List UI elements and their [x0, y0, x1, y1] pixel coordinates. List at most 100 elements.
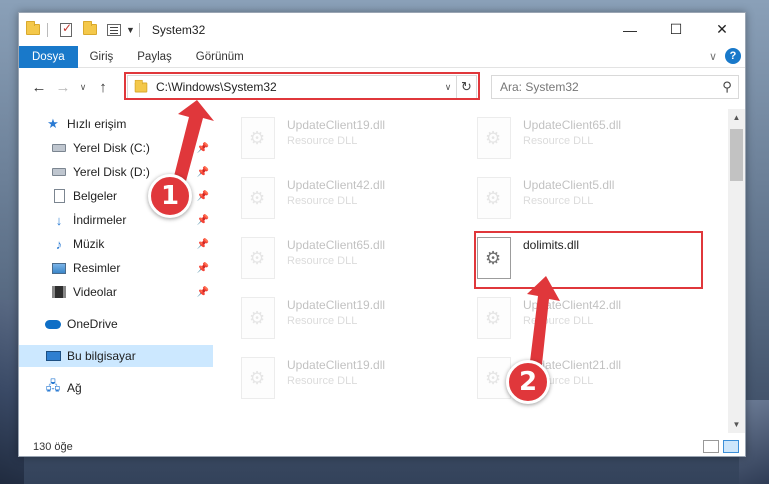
- file-type: Resource DLL: [287, 315, 358, 327]
- pin-icon: 📌: [196, 166, 209, 178]
- address-bar-highlight: [124, 72, 480, 100]
- sidebar-item-quick-access[interactable]: ★ Hızlı erişim: [19, 113, 213, 135]
- scroll-up-icon[interactable]: ▲: [728, 109, 745, 126]
- recent-locations-chevron-icon[interactable]: ∨: [75, 82, 91, 93]
- dll-file-icon: [241, 117, 275, 159]
- help-icon[interactable]: ?: [725, 48, 741, 64]
- title-bar: ▼ System32 — ☐ ✕: [19, 13, 745, 46]
- window-controls: — ☐ ✕: [607, 13, 745, 46]
- dll-file-icon: [241, 357, 275, 399]
- pin-icon: 📌: [196, 286, 209, 298]
- dll-file-icon: [241, 237, 275, 279]
- file-item[interactable]: UpdateClient42.dll Resource DLL: [461, 293, 681, 349]
- file-item[interactable]: UpdateClient19.dll Resource DLL: [225, 353, 445, 409]
- file-item[interactable]: UpdateClient5.dll Resource DLL: [461, 173, 681, 229]
- sidebar-item-label: Hızlı erişim: [67, 117, 127, 131]
- search-icon[interactable]: ⚲: [716, 79, 738, 95]
- pin-icon: 📌: [196, 238, 209, 250]
- vertical-scrollbar[interactable]: ▲ ▼: [728, 109, 745, 433]
- quick-access-customize-icon[interactable]: [104, 20, 124, 40]
- videos-icon: [51, 284, 67, 300]
- pin-icon: 📌: [196, 190, 209, 202]
- music-icon: ♪: [55, 236, 63, 252]
- download-icon: ↓: [55, 212, 63, 228]
- navigation-pane: ★ Hızlı erişim Yerel Disk (C:) 📌 Yerel D…: [19, 109, 213, 429]
- file-type: Resource DLL: [523, 195, 594, 207]
- step-2-badge: 2: [506, 360, 550, 404]
- sidebar-item-label: Yerel Disk (D:): [73, 165, 150, 179]
- file-name: UpdateClient65.dll: [523, 118, 622, 132]
- file-item[interactable]: UpdateClient42.dll Resource DLL: [225, 173, 445, 229]
- search-box[interactable]: Ara: System32 ⚲: [491, 75, 739, 99]
- sidebar-item-label: Bu bilgisayar: [67, 349, 136, 363]
- file-item[interactable]: UpdateClient65.dll Resource DLL: [461, 113, 681, 169]
- file-type: Resource DLL: [523, 135, 594, 147]
- file-type: Resource DLL: [287, 195, 358, 207]
- sidebar-item-label: OneDrive: [67, 317, 118, 331]
- details-view-icon[interactable]: [703, 440, 719, 453]
- file-item[interactable]: UpdateClient19.dll Resource DLL: [225, 293, 445, 349]
- file-item[interactable]: UpdateClient21.dllResource DLL: [461, 353, 681, 409]
- item-count: 130 öğe: [33, 440, 73, 453]
- sidebar-item-label: Yerel Disk (C:): [73, 141, 150, 155]
- file-name: UpdateClient65.dll: [287, 238, 386, 252]
- file-highlight: [474, 231, 703, 289]
- file-name: UpdateClient5.dll: [523, 178, 615, 192]
- new-folder-icon[interactable]: [80, 20, 100, 40]
- pin-icon: 📌: [196, 214, 209, 226]
- sidebar-item-label: İndirmeler: [73, 213, 127, 227]
- maximize-button[interactable]: ☐: [653, 13, 699, 46]
- sidebar-item-music[interactable]: ♪ Müzik 📌: [19, 233, 213, 255]
- up-arrow-icon[interactable]: ↑: [91, 75, 115, 99]
- sidebar-item-label: Ağ: [67, 381, 82, 395]
- file-type: Resource DLL: [287, 375, 358, 387]
- tab-home[interactable]: Giriş: [78, 46, 126, 68]
- large-icons-view-icon[interactable]: [723, 440, 739, 453]
- status-bar: 130 öğe: [19, 436, 745, 457]
- scroll-down-icon[interactable]: ▼: [728, 416, 745, 433]
- back-arrow-icon[interactable]: ←: [27, 75, 51, 99]
- sidebar-item-label: Belgeler: [73, 189, 118, 203]
- folder-icon: [23, 20, 43, 40]
- sidebar-item-pictures[interactable]: Resimler 📌: [19, 257, 213, 279]
- scroll-thumb[interactable]: [730, 129, 743, 181]
- step-1-badge: 1: [148, 174, 192, 218]
- quick-access-dropdown-icon[interactable]: ▼: [126, 25, 135, 35]
- sidebar-item-network[interactable]: 🖧 Ağ: [19, 377, 213, 399]
- pin-icon: 📌: [196, 262, 209, 274]
- tab-view[interactable]: Görünüm: [184, 46, 256, 68]
- sidebar-item-this-pc[interactable]: Bu bilgisayar: [19, 345, 213, 367]
- sidebar-item-videos[interactable]: Videolar 📌: [19, 281, 213, 303]
- sidebar-item-label: Videolar: [73, 285, 117, 299]
- drive-icon: [51, 140, 67, 156]
- file-item[interactable]: UpdateClient65.dll Resource DLL: [225, 233, 445, 289]
- file-name: UpdateClient19.dll: [287, 298, 386, 312]
- tab-file[interactable]: Dosya: [19, 45, 78, 68]
- search-input[interactable]: Ara: System32: [500, 80, 716, 94]
- file-type: Resource DLL: [287, 135, 358, 147]
- close-button[interactable]: ✕: [699, 13, 745, 46]
- file-type: Resource DLL: [523, 315, 594, 327]
- ribbon-tabs: Dosya Giriş Paylaş Görünüm ∨ ?: [19, 45, 745, 68]
- file-item[interactable]: UpdateClient19.dll Resource DLL: [225, 113, 445, 169]
- ribbon-expand-chevron-icon[interactable]: ∨: [709, 50, 717, 63]
- tab-share[interactable]: Paylaş: [125, 46, 184, 68]
- file-type: Resource DLL: [287, 255, 358, 267]
- network-icon: 🖧: [45, 378, 61, 393]
- dll-file-icon: [477, 177, 511, 219]
- file-name: UpdateClient42.dll: [287, 178, 386, 192]
- pictures-icon: [51, 260, 67, 276]
- dll-file-icon: [477, 297, 511, 339]
- file-name: UpdateClient42.dll: [523, 298, 622, 312]
- computer-icon: [45, 348, 61, 364]
- forward-arrow-icon[interactable]: →: [51, 75, 75, 99]
- sidebar-item-onedrive[interactable]: OneDrive: [19, 313, 213, 335]
- sidebar-item-local-disk-c[interactable]: Yerel Disk (C:) 📌: [19, 137, 213, 159]
- properties-check-icon[interactable]: [56, 20, 76, 40]
- file-name: UpdateClient19.dll: [287, 358, 386, 372]
- sidebar-item-label: Müzik: [73, 237, 105, 251]
- sidebar-item-label: Resimler: [73, 261, 121, 275]
- minimize-button[interactable]: —: [607, 13, 653, 46]
- cloud-icon: [45, 316, 61, 332]
- title-separator: [138, 22, 140, 37]
